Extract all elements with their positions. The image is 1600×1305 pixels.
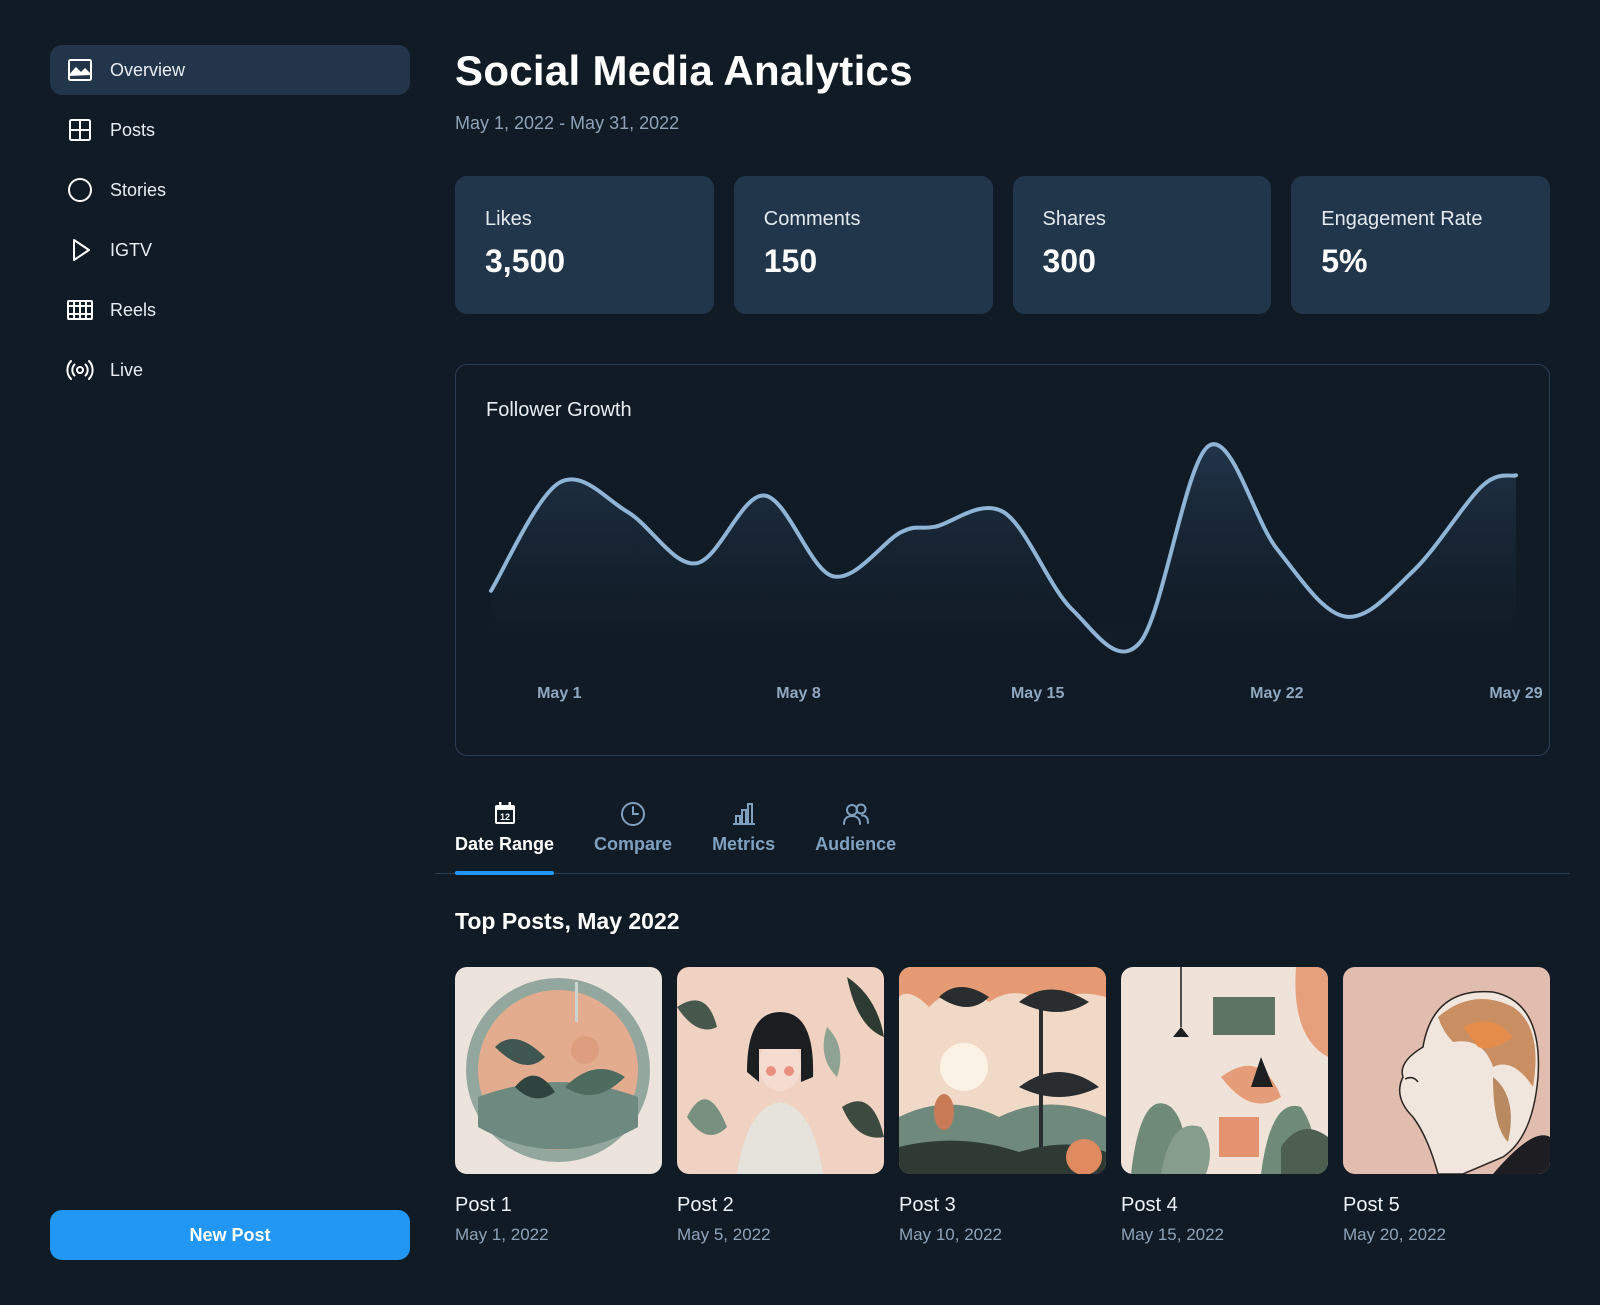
- post-5-image: [1343, 967, 1550, 1174]
- stat-card-likes: Likes 3,500: [455, 176, 714, 314]
- post-title: Post 5: [1343, 1194, 1400, 1216]
- stats-row: Likes 3,500 Comments 150 Shares 300 Enga…: [455, 176, 1550, 314]
- sidebar-item-label: Live: [110, 359, 144, 380]
- post-date: May 1, 2022: [455, 1225, 549, 1244]
- sidebar-item-label: Posts: [110, 119, 156, 140]
- filter-tabs: 12 Date Range Compare Metrics Audience: [435, 790, 1570, 875]
- image-icon: [68, 59, 92, 81]
- follower-growth-chart: May 1 May 8 May 15 May 22 May 29 Follower Gr…: [455, 364, 1550, 756]
- page-title: Social Media Analytics: [455, 47, 913, 94]
- stat-value: 300: [1042, 243, 1096, 279]
- top-posts-title: Top Posts, May 2022: [455, 908, 680, 934]
- post-date: May 20, 2022: [1343, 1225, 1447, 1244]
- post-thumbnail[interactable]: [899, 967, 1106, 1174]
- circle-icon: [68, 178, 92, 202]
- post-date: May 5, 2022: [677, 1225, 771, 1244]
- chart-area-fill: [491, 444, 1516, 652]
- stat-card-comments: Comments 150: [733, 176, 993, 314]
- sidebar-item-label: IGTV: [110, 239, 153, 260]
- grid-icon: [69, 119, 91, 141]
- stat-value: 5%: [1321, 243, 1368, 279]
- calendar-icon: 12: [494, 802, 515, 824]
- sidebar-item-label: Stories: [110, 179, 167, 200]
- post-thumbnail[interactable]: [455, 967, 662, 1174]
- bar-chart-icon: [732, 803, 755, 825]
- chart-title: Follower Growth: [486, 399, 632, 421]
- sidebar-item-label: Reels: [110, 299, 157, 320]
- tab-label: Audience: [815, 834, 897, 854]
- sidebar-item-stories[interactable]: Stories: [50, 165, 410, 215]
- clock-icon: [621, 802, 646, 826]
- stat-label: Comments: [763, 208, 861, 230]
- post-title: Post 2: [677, 1194, 734, 1216]
- post-4-image: [1121, 967, 1328, 1174]
- post-thumbnail[interactable]: [677, 967, 884, 1174]
- tab-date-range[interactable]: 12 Date Range: [455, 790, 555, 875]
- post-thumbnail[interactable]: [1121, 967, 1328, 1174]
- play-icon: [73, 239, 90, 261]
- stat-card-engagement-rate: Engagement Rate 5%: [1291, 176, 1550, 314]
- top-posts-list: Post 1 May 1, 2022 Post 2 May 5, 2022 Po…: [455, 967, 1550, 1245]
- tab-metrics[interactable]: Metrics: [712, 790, 775, 874]
- post-thumbnail[interactable]: [1343, 967, 1550, 1174]
- tab-audience[interactable]: Audience: [815, 790, 896, 874]
- stat-value: 3,500: [485, 243, 566, 279]
- stat-label: Likes: [485, 208, 532, 230]
- x-tick-label: May 29: [1489, 685, 1542, 702]
- post-title: Post 1: [455, 1194, 512, 1216]
- post-1-image: [455, 967, 662, 1174]
- stat-label: Shares: [1042, 208, 1106, 230]
- post-title: Post 4: [1121, 1194, 1178, 1216]
- x-tick-label: May 1: [537, 685, 582, 702]
- tab-label: Date Range: [455, 834, 555, 854]
- post-card-1[interactable]: Post 1 May 1, 2022: [455, 967, 662, 1245]
- post-card-3[interactable]: Post 3 May 10, 2022: [899, 967, 1106, 1245]
- tab-label: Compare: [594, 834, 673, 854]
- post-2-image: [677, 967, 884, 1174]
- broadcast-icon: [66, 360, 94, 380]
- sidebar-item-igtv[interactable]: IGTV: [50, 225, 410, 275]
- tab-compare[interactable]: Compare: [594, 790, 672, 874]
- main-content: Social Media Analytics May 1, 2022 - May…: [455, 45, 1550, 756]
- sidebar-item-posts[interactable]: Posts: [50, 105, 410, 155]
- sidebar-item-reels[interactable]: Reels: [50, 285, 410, 335]
- x-tick-label: May 8: [776, 685, 821, 702]
- sidebar-item-live[interactable]: Live: [50, 345, 410, 395]
- stat-value: 150: [763, 243, 818, 279]
- x-tick-label: May 15: [1011, 685, 1064, 702]
- sidebar-item-overview[interactable]: Overview: [50, 45, 410, 95]
- post-card-4[interactable]: Post 4 May 15, 2022: [1121, 967, 1328, 1245]
- stat-card-shares: Shares 300: [1012, 176, 1272, 314]
- post-date: May 10, 2022: [899, 1225, 1003, 1244]
- users-icon: [842, 803, 869, 825]
- post-date: May 15, 2022: [1121, 1225, 1225, 1244]
- follower-growth-plot: May 1 May 8 May 15 May 22 May 29: [489, 442, 1543, 702]
- new-post-button[interactable]: New Post: [50, 1210, 410, 1260]
- post-3-image: [899, 967, 1106, 1174]
- sidebar: Overview Posts Stories IGTV Reels Live N…: [50, 45, 410, 1260]
- date-range-text: May 1, 2022 - May 31, 2022: [455, 113, 680, 133]
- post-card-5[interactable]: Post 5 May 20, 2022: [1343, 967, 1550, 1245]
- post-title: Post 3: [899, 1194, 956, 1216]
- post-card-2[interactable]: Post 2 May 5, 2022: [677, 967, 884, 1245]
- calendar-day: 12: [500, 812, 510, 822]
- x-tick-label: May 22: [1250, 685, 1303, 702]
- film-icon: [67, 300, 93, 320]
- sidebar-item-label: Overview: [110, 59, 186, 80]
- tab-label: Metrics: [712, 834, 776, 854]
- stat-label: Engagement Rate: [1321, 208, 1483, 230]
